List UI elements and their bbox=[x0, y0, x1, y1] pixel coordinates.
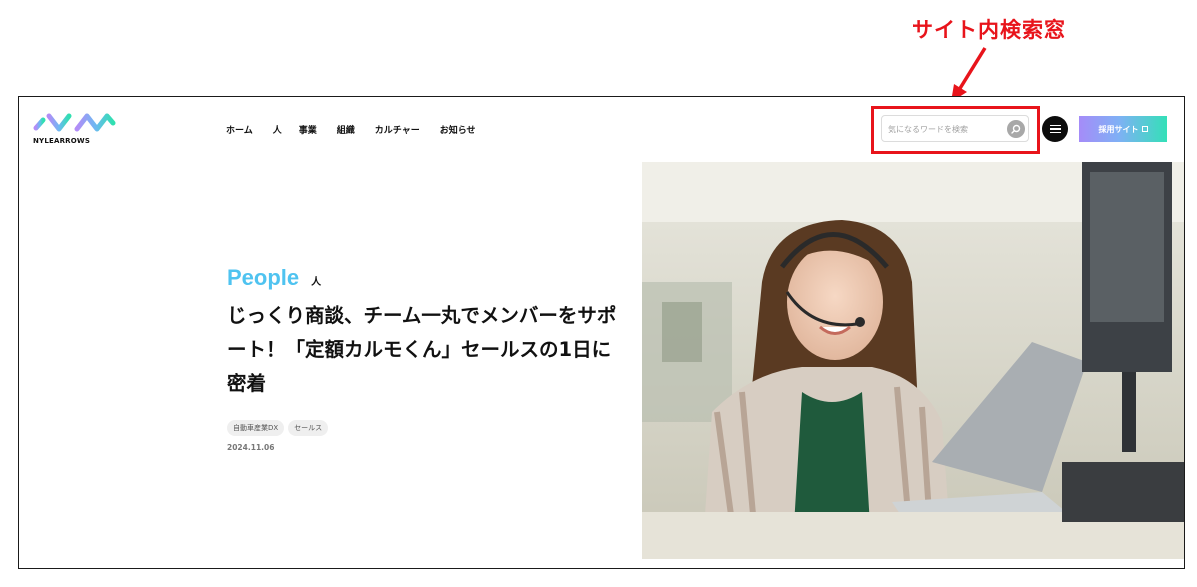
hamburger-icon-bar bbox=[1049, 131, 1061, 134]
hamburger-icon-bar bbox=[1049, 124, 1061, 127]
office-photo-illustration bbox=[642, 162, 1184, 559]
tag-item[interactable]: セールス bbox=[288, 420, 329, 436]
tag-list: 自動車産業DX セールス bbox=[227, 420, 329, 436]
nav-item-culture[interactable]: カルチャー bbox=[375, 123, 420, 136]
category-ja: 人 bbox=[311, 277, 322, 288]
search-button[interactable] bbox=[1007, 120, 1025, 138]
recruit-site-label: 採用サイト bbox=[1098, 124, 1139, 134]
logo-mark-icon bbox=[33, 113, 116, 132]
hamburger-icon-bar bbox=[1049, 128, 1061, 130]
external-link-icon bbox=[1141, 126, 1148, 132]
logo-text: NYLEARROWS bbox=[33, 137, 91, 145]
nav-item-news[interactable]: お知らせ bbox=[440, 123, 476, 136]
nav-item-home[interactable]: ホーム bbox=[226, 123, 253, 136]
annotation-arrow-icon bbox=[951, 47, 987, 102]
nav-item-organization[interactable]: 組織 bbox=[337, 123, 355, 136]
article-title[interactable]: じっくり商談、チーム一丸でメンバーをサポート！「定額カルモくん」セールスの1日に… bbox=[227, 299, 617, 401]
recruit-site-button[interactable]: 採用サイト bbox=[1079, 116, 1167, 142]
global-nav: ホーム 人 事業 組織 カルチャー お知らせ bbox=[226, 123, 496, 136]
publish-date: 2024.11.06 bbox=[227, 443, 275, 452]
menu-button[interactable] bbox=[1042, 116, 1068, 142]
category-en: People bbox=[227, 265, 300, 290]
article-category: People 人 bbox=[227, 265, 321, 291]
logo[interactable]: NYLEARROWS bbox=[33, 111, 117, 147]
nav-item-business[interactable]: 事業 bbox=[299, 123, 317, 136]
search-input[interactable] bbox=[888, 121, 998, 137]
annotation-label: サイト内検索窓 bbox=[912, 18, 1066, 42]
nav-item-people[interactable]: 人 bbox=[273, 123, 282, 136]
tag-item[interactable]: 自動車産業DX bbox=[227, 420, 285, 436]
hero-photo[interactable] bbox=[642, 162, 1184, 559]
website-screenshot: NYLEARROWS ホーム 人 事業 組織 カルチャー お知らせ 採用サイト … bbox=[18, 96, 1185, 569]
site-search bbox=[881, 115, 1029, 142]
search-icon bbox=[1011, 124, 1021, 134]
